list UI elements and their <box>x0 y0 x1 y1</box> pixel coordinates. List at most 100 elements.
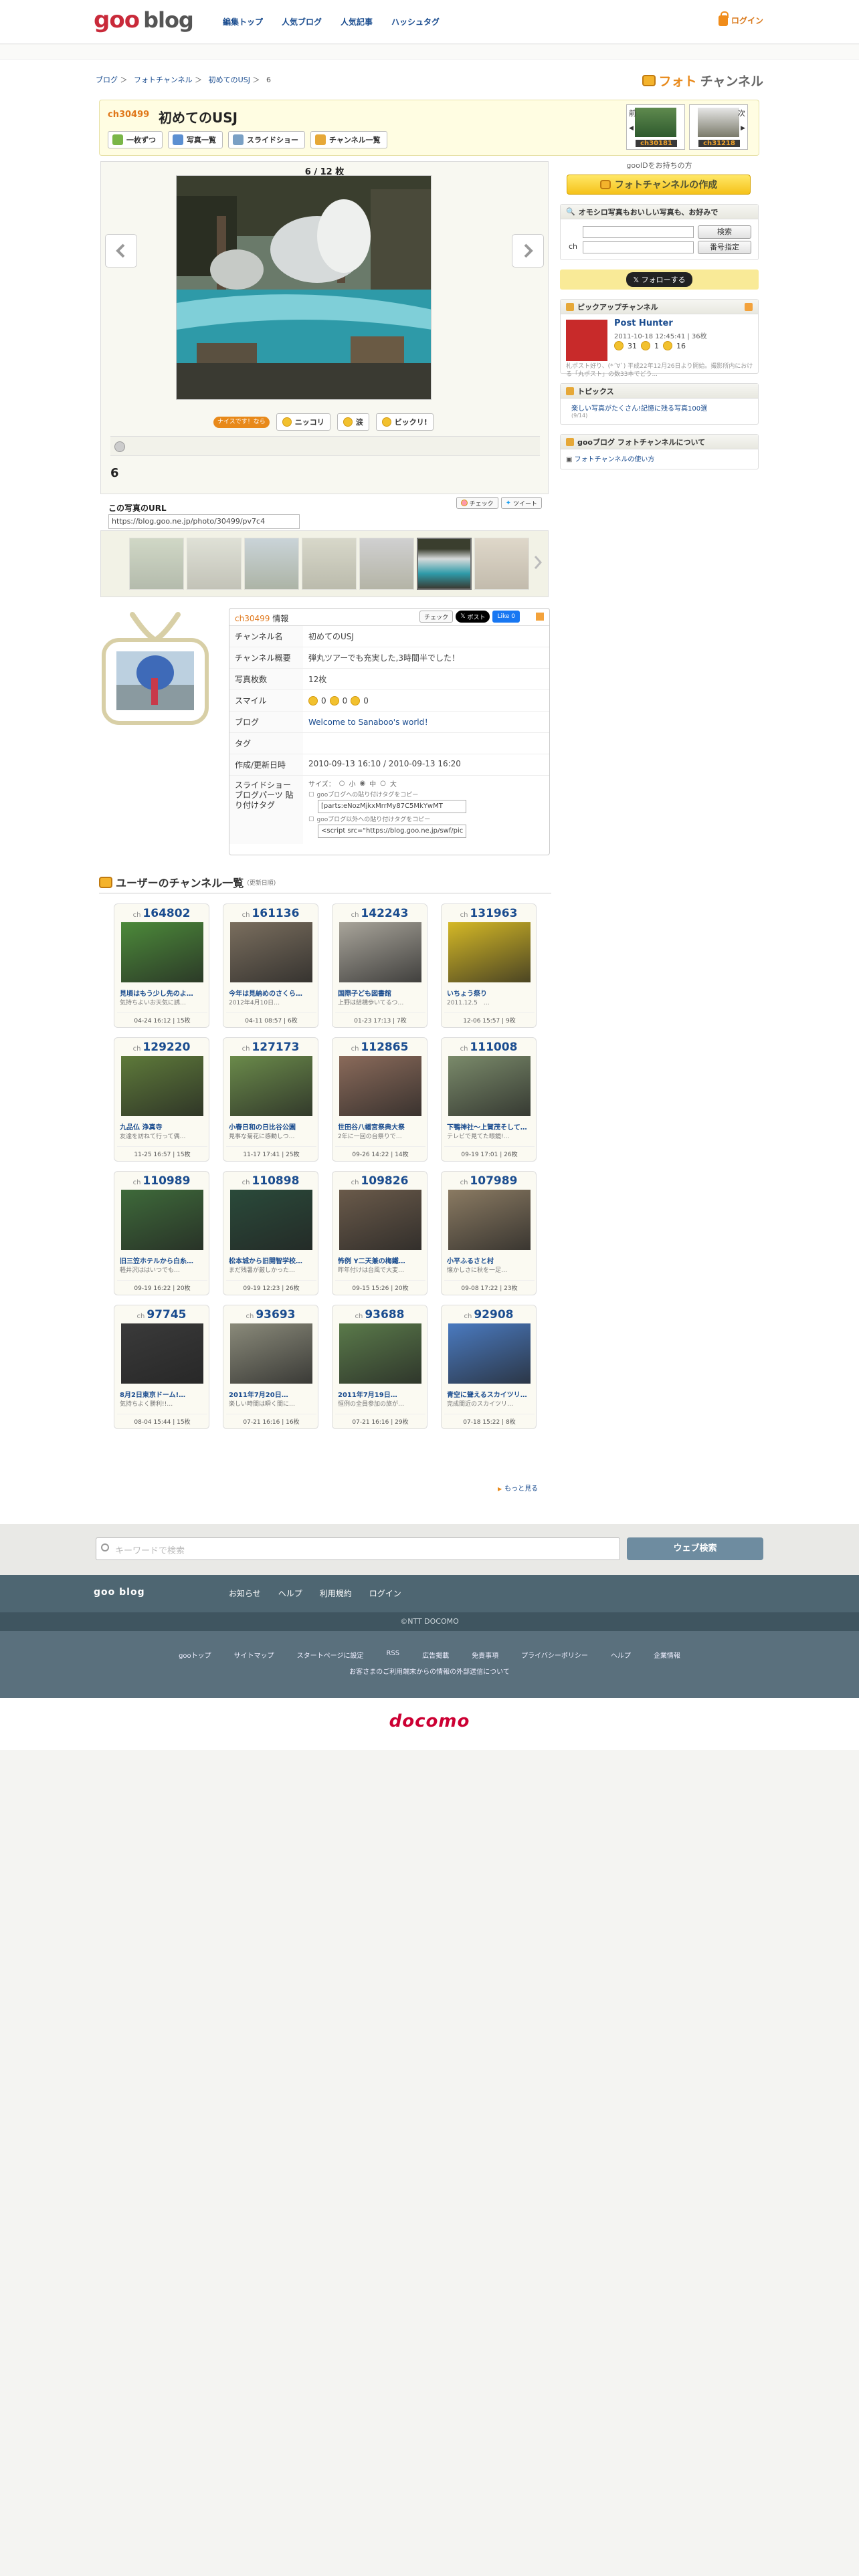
card-title[interactable]: 今年は見納めのさくら… <box>229 988 314 998</box>
footer-login[interactable]: ログイン <box>369 1588 401 1599</box>
card-thumb[interactable] <box>230 1190 312 1250</box>
keyword-input[interactable] <box>583 226 694 238</box>
login-link[interactable]: ログイン <box>718 11 763 26</box>
card-channel-id[interactable]: ch 111008 <box>442 1041 536 1054</box>
channel-card[interactable]: ch 131963 いちょう祭り 2011.12.5 … 12-06 15:57 | 9… <box>441 903 537 1028</box>
card-thumb[interactable] <box>448 922 531 982</box>
card-channel-id[interactable]: ch 109826 <box>332 1174 427 1188</box>
channel-number-button[interactable]: 番号指定 <box>698 241 751 254</box>
single-view-button[interactable]: 一枚ずつ <box>108 131 163 148</box>
card-title[interactable]: 見頃はもう少し先のよ… <box>120 988 205 998</box>
slideshow-button[interactable]: スライドショー <box>228 131 305 148</box>
card-thumb[interactable] <box>339 1056 421 1116</box>
blog-link[interactable]: Welcome to Sanaboo's world！ <box>308 718 432 727</box>
external-transmission-link[interactable]: お客さまのご利用端末からの情報の外部送信について <box>0 1666 859 1676</box>
channel-number-input[interactable] <box>583 241 694 253</box>
film-thumb[interactable] <box>129 538 184 590</box>
tweet-button[interactable]: ✦ ツイート <box>500 497 542 509</box>
card-channel-id[interactable]: ch 164802 <box>114 907 209 920</box>
channel-card[interactable]: ch 107989 小平ふるさと村 懐かしさに秋を一足… 09-08 17:22 | 2… <box>441 1171 537 1295</box>
surprise-reaction-button[interactable]: ビックリ! <box>375 413 434 431</box>
channel-card[interactable]: ch 127173 小春日和の日比谷公園 見事な菊花に感動しつ… 11-17 17:41… <box>223 1037 318 1162</box>
card-title[interactable]: 国際子ども図書館 <box>338 988 423 998</box>
prev-photo-button[interactable] <box>105 234 137 267</box>
footer-link[interactable]: RSS <box>386 1650 399 1660</box>
size-small-radio[interactable]: ○ <box>339 780 345 787</box>
size-medium-radio[interactable]: ◉ <box>359 780 365 787</box>
prev-channel[interactable]: 前 ch30181 ◀ <box>626 104 685 150</box>
film-thumb-current[interactable] <box>417 538 472 590</box>
card-channel-id[interactable]: ch 110898 <box>223 1174 318 1188</box>
card-thumb[interactable] <box>121 1190 203 1250</box>
footer-help[interactable]: ヘルプ <box>278 1588 302 1599</box>
card-thumb[interactable] <box>448 1323 531 1384</box>
channel-card[interactable]: ch 109826 怖例 Y二天兼の梅鐵… 昨年付けは台風で大変… 09-15 15:2… <box>332 1171 427 1295</box>
nav-popular-blog[interactable]: 人気ブログ <box>282 16 322 27</box>
card-title[interactable]: 九品仏 浄真寺 <box>120 1121 205 1132</box>
goo-blog-tag-field[interactable]: [parts:eNozMjkxMrrMy87C5MkYwMT <box>318 800 466 813</box>
card-title[interactable]: 松本城から旧開智学校… <box>229 1255 314 1265</box>
card-title[interactable]: 2011年7月19日… <box>338 1389 423 1399</box>
next-photo-button[interactable] <box>512 234 544 267</box>
create-photochannel-button[interactable]: フォトチャンネルの作成 <box>567 175 751 195</box>
card-thumb[interactable] <box>230 1056 312 1116</box>
card-channel-id[interactable]: ch 131963 <box>442 907 536 920</box>
photo-url-field[interactable]: https://blog.goo.ne.jp/photo/30499/pv7c4 <box>108 514 300 529</box>
web-search-input[interactable]: キーワードで検索 <box>96 1537 620 1560</box>
film-thumb[interactable] <box>187 538 242 590</box>
card-channel-id[interactable]: ch 97745 <box>114 1308 209 1321</box>
card-thumb[interactable] <box>121 1323 203 1384</box>
footer-brand[interactable]: goo blog <box>94 1587 145 1598</box>
facebook-like-button[interactable]: Like 0 <box>492 611 520 623</box>
card-thumb[interactable] <box>121 922 203 982</box>
next-channel[interactable]: 次 ch31218 ▶ <box>689 104 748 150</box>
nav-popular-article[interactable]: 人気記事 <box>341 16 373 27</box>
tear-reaction-button[interactable]: 涙 <box>337 413 369 431</box>
card-thumb[interactable] <box>448 1190 531 1250</box>
card-thumb[interactable] <box>339 1323 421 1384</box>
main-photo[interactable] <box>176 175 432 400</box>
card-title[interactable]: いちょう祭り <box>447 988 532 998</box>
footer-link[interactable]: 免責事項 <box>472 1650 498 1660</box>
card-channel-id[interactable]: ch 142243 <box>332 907 427 920</box>
breadcrumb-blog[interactable]: ブログ <box>96 76 118 84</box>
mail-icon[interactable] <box>536 613 544 621</box>
card-title[interactable]: 小平ふるさと村 <box>447 1255 532 1265</box>
footer-link[interactable]: 広告掲載 <box>422 1650 449 1660</box>
comment-icon[interactable] <box>114 441 125 452</box>
footer-link[interactable]: ヘルプ <box>611 1650 631 1660</box>
footer-news[interactable]: お知らせ <box>229 1588 261 1599</box>
film-thumb[interactable] <box>359 538 414 590</box>
channel-card[interactable]: ch 112865 世田谷八幡宮祭典大祭 2年に一回の台祭りで… 09-26 14:22… <box>332 1037 427 1162</box>
filmstrip-next-icon[interactable] <box>533 555 543 570</box>
card-channel-id[interactable]: ch 129220 <box>114 1041 209 1054</box>
card-title[interactable]: 小春日和の日比谷公園 <box>229 1121 314 1132</box>
channel-card[interactable]: ch 92908 青空に聳えるスカイツリ… 完成間近のスカイツリ… 07-18 15:2… <box>441 1305 537 1429</box>
breadcrumb-photochannel[interactable]: フォトチャンネル <box>134 76 193 84</box>
card-title[interactable]: 青空に聳えるスカイツリ… <box>447 1389 532 1399</box>
external-tag-field[interactable]: <script src="https://blog.goo.ne.jp/swf/… <box>318 825 466 838</box>
topic-link[interactable]: 楽しい写真がたくさん!記憶に残る写真100選 <box>571 405 707 413</box>
pickup-name[interactable]: Post Hunter <box>614 318 673 328</box>
channel-card[interactable]: ch 97745 8月2日東京ドーム!… 気持ちよく勝利!!… 08-04 15:44 … <box>114 1305 209 1429</box>
card-channel-id[interactable]: ch 107989 <box>442 1174 536 1188</box>
more-link[interactable]: もっと見る <box>498 1483 538 1493</box>
channel-search-button[interactable]: 検索 <box>698 225 751 239</box>
footer-link[interactable]: gooトップ <box>179 1650 211 1660</box>
card-thumb[interactable] <box>121 1056 203 1116</box>
channel-card[interactable]: ch 110989 旧三笠ホテルから白糸… 軽井沢ははいつでも… 09-19 16:22… <box>114 1171 209 1295</box>
docomo-logo[interactable]: docomo <box>0 1711 859 1731</box>
card-thumb[interactable] <box>448 1056 531 1116</box>
card-title[interactable]: 8月2日東京ドーム!… <box>120 1389 205 1399</box>
howto-link[interactable]: フォトチャンネルの使い方 <box>575 456 655 463</box>
footer-terms[interactable]: 利用規約 <box>320 1588 352 1599</box>
channel-card[interactable]: ch 129220 九品仏 浄真寺 友達を訪ねて行って偶… 11-25 16:57 | … <box>114 1037 209 1162</box>
channel-card[interactable]: ch 164802 見頃はもう少し先のよ… 気持ちよいお天気に誘… 04-24 16:1… <box>114 903 209 1028</box>
card-channel-id[interactable]: ch 112865 <box>332 1041 427 1054</box>
pickup-thumb[interactable] <box>566 320 607 361</box>
rss-icon[interactable] <box>745 302 753 311</box>
info-check-button[interactable]: チェック <box>419 611 454 623</box>
card-channel-id[interactable]: ch 161136 <box>223 907 318 920</box>
channel-card[interactable]: ch 110898 松本城から旧開智学校… まだ残暑が厳しかった… 09-19 12:2… <box>223 1171 318 1295</box>
film-thumb[interactable] <box>474 538 529 590</box>
